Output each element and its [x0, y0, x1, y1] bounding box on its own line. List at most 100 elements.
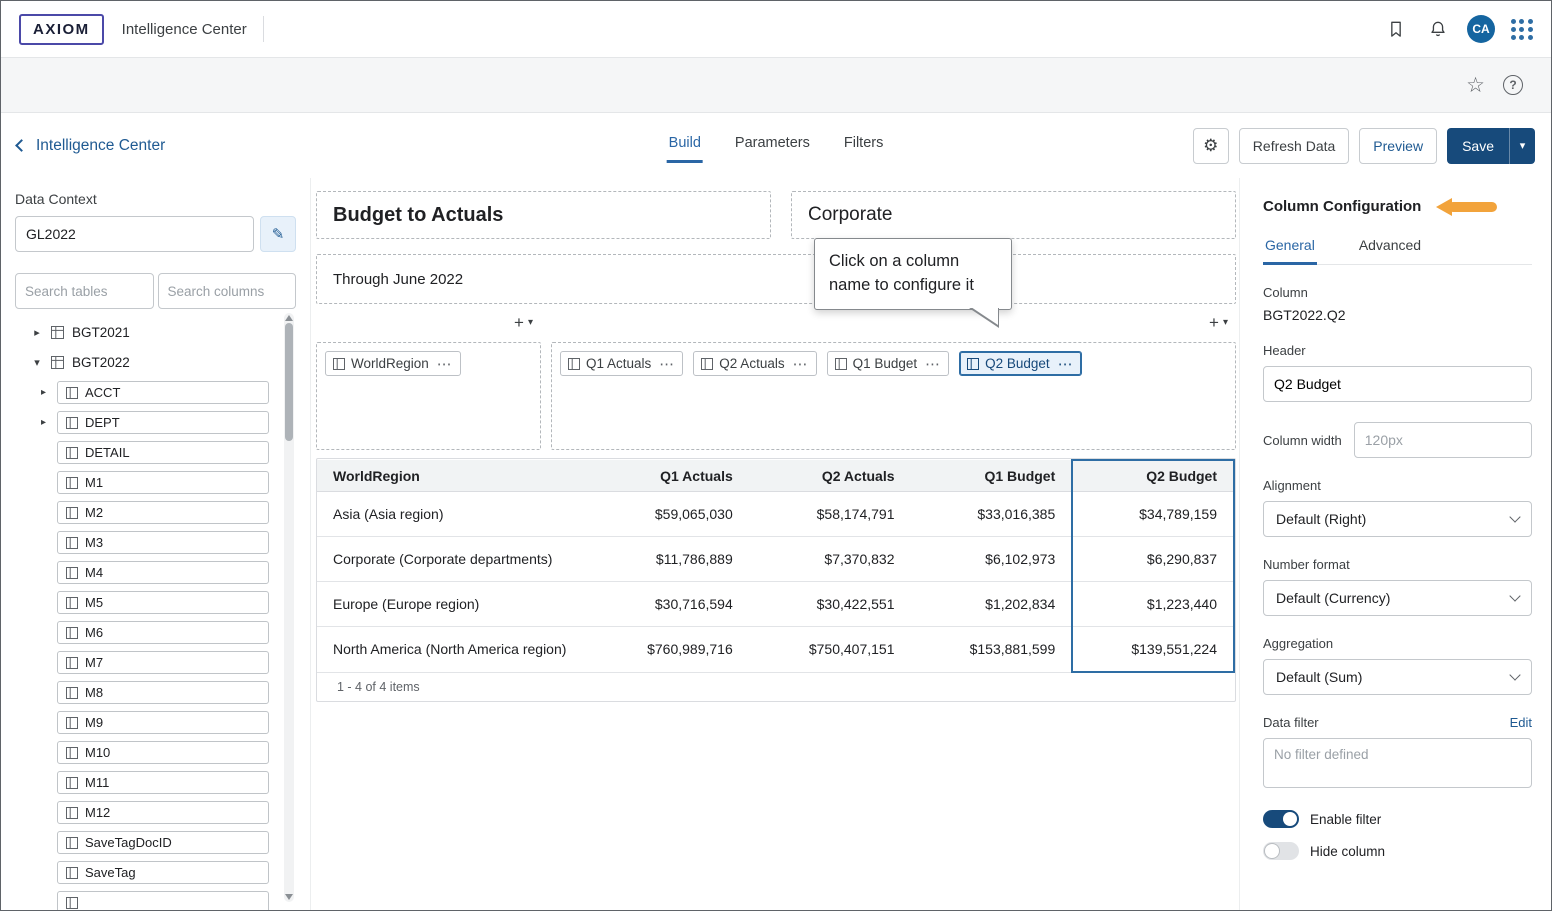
number-format-select[interactable]: Default (Currency) [1263, 580, 1532, 616]
table-header-q1-budget[interactable]: Q1 Budget [911, 460, 1073, 492]
enable-filter-label: Enable filter [1310, 812, 1381, 827]
column-item-m11[interactable]: M11 [57, 771, 269, 794]
chip-menu-button[interactable]: ⋯ [925, 355, 941, 373]
column-config-panel: Column Configuration GeneralAdvanced Col… [1239, 178, 1551, 910]
column-chip-q2-budget[interactable]: Q2 Budget⋯ [959, 351, 1082, 376]
search-tables-input[interactable] [15, 273, 154, 309]
table-header-q1-actuals[interactable]: Q1 Actuals [587, 460, 749, 492]
column-item-label: M8 [85, 685, 103, 700]
add-dimension-control[interactable]: + ▾ [514, 314, 533, 331]
column-item-m5[interactable]: M5 [57, 591, 269, 614]
column-chip-q2-actuals[interactable]: Q2 Actuals⋯ [693, 351, 816, 376]
column-item-savetagdocid[interactable]: SaveTagDocID [57, 831, 269, 854]
value-cell: $750,407,151 [749, 627, 911, 673]
column-item-label: SaveTag [85, 865, 136, 880]
alignment-select[interactable]: Default (Right) [1263, 501, 1532, 537]
add-measure-control[interactable]: + ▾ [1209, 314, 1228, 331]
data-context-input[interactable] [15, 216, 254, 252]
column-icon [66, 537, 78, 549]
data-context-sidebar: Data Context ✎ ▸BGT2021▾BGT2022 ▸ACCT▸DE… [1, 178, 311, 910]
report-title-block[interactable]: Budget to Actuals [316, 191, 771, 239]
hide-column-toggle[interactable] [1263, 842, 1299, 860]
edit-data-context-button[interactable]: ✎ [260, 216, 296, 252]
column-item-m1[interactable]: M1 [57, 471, 269, 494]
favorite-star-icon[interactable]: ☆ [1466, 75, 1485, 96]
column-item-m4[interactable]: M4 [57, 561, 269, 584]
tab-filters[interactable]: Filters [842, 131, 885, 163]
column-item-m8[interactable]: M8 [57, 681, 269, 704]
column-icon [66, 567, 78, 579]
back-chevron-icon [15, 139, 28, 152]
column-item-m10[interactable]: M10 [57, 741, 269, 764]
chevron-right-icon[interactable]: ▸ [41, 387, 57, 398]
tab-build[interactable]: Build [667, 131, 703, 163]
column-item-label: M3 [85, 535, 103, 550]
column-icon [967, 358, 979, 370]
scroll-up-icon[interactable] [285, 315, 293, 321]
notifications-bell-icon[interactable] [1425, 16, 1451, 42]
scroll-down-icon[interactable] [285, 894, 293, 900]
axiom-logo[interactable]: AXIOM [19, 14, 104, 45]
data-filter-placeholder: No filter defined [1274, 747, 1369, 762]
column-item-m9[interactable]: M9 [57, 711, 269, 734]
aggregation-select[interactable]: Default (Sum) [1263, 659, 1532, 695]
column-item-savetag[interactable]: SaveTag [57, 861, 269, 884]
edit-filter-link[interactable]: Edit [1510, 715, 1532, 730]
table-header-q2-budget[interactable]: Q2 Budget [1072, 460, 1234, 492]
column-item-m2[interactable]: M2 [57, 501, 269, 524]
scrollbar-thumb[interactable] [285, 323, 293, 441]
save-dropdown-button[interactable]: ▾ [1509, 128, 1535, 164]
apps-menu-icon[interactable] [1511, 18, 1533, 40]
refresh-data-button[interactable]: Refresh Data [1239, 128, 1349, 164]
chip-menu-button[interactable]: ⋯ [1058, 355, 1074, 373]
search-columns-input[interactable] [158, 273, 297, 309]
column-item-m12[interactable]: M12 [57, 801, 269, 824]
bookmark-icon[interactable] [1383, 16, 1409, 42]
user-avatar[interactable]: CA [1467, 15, 1495, 43]
column-item-m3[interactable]: M3 [57, 531, 269, 554]
column-row-m5: M5 [15, 591, 296, 614]
column-item-m6[interactable]: M6 [57, 621, 269, 644]
help-icon[interactable]: ? [1503, 75, 1523, 95]
column-item-detail[interactable]: DETAIL [57, 441, 269, 464]
dimension-zone[interactable]: WorldRegion ⋯ [316, 342, 541, 450]
chip-menu-button[interactable]: ⋯ [437, 355, 453, 373]
report-entity-block[interactable]: Corporate [791, 191, 1236, 239]
column-item-label: M2 [85, 505, 103, 520]
chip-menu-button[interactable]: ⋯ [659, 355, 675, 373]
table-header-q2-actuals[interactable]: Q2 Actuals [749, 460, 911, 492]
preview-button[interactable]: Preview [1359, 128, 1437, 164]
settings-button[interactable]: ⚙ [1193, 128, 1229, 164]
value-cell: $30,422,551 [749, 582, 911, 627]
enable-filter-toggle[interactable] [1263, 810, 1299, 828]
config-tab-general[interactable]: General [1263, 233, 1317, 265]
chevron-right-icon[interactable]: ▸ [41, 417, 57, 428]
report-period-block[interactable]: Through June 2022 [316, 254, 1236, 304]
column-item-m7[interactable]: M7 [57, 651, 269, 674]
tab-parameters[interactable]: Parameters [733, 131, 812, 163]
chip-menu-button[interactable]: ⋯ [793, 355, 809, 373]
data-filter-box[interactable]: No filter defined [1263, 738, 1532, 788]
back-link[interactable]: Intelligence Center [17, 137, 165, 155]
column-chip-q1-actuals[interactable]: Q1 Actuals⋯ [560, 351, 683, 376]
column-icon [66, 417, 78, 429]
column-chip-q1-budget[interactable]: Q1 Budget⋯ [827, 351, 950, 376]
column-item-dept[interactable]: DEPT [57, 411, 269, 434]
config-tab-advanced[interactable]: Advanced [1357, 233, 1423, 264]
save-button[interactable]: Save [1447, 128, 1509, 164]
table-row: Corporate (Corporate departments)$11,786… [317, 537, 1234, 582]
table-header-worldregion[interactable]: WorldRegion [317, 460, 587, 492]
column-item-acct[interactable]: ACCT [57, 381, 269, 404]
header-input[interactable] [1263, 366, 1532, 402]
chip-label: WorldRegion [351, 356, 429, 371]
column-item-item[interactable] [57, 891, 269, 910]
header-block-row: Budget to Actuals Corporate [316, 191, 1236, 239]
table-item-bgt2021[interactable]: ▸BGT2021 [15, 319, 296, 345]
measure-zone[interactable]: Q1 Actuals⋯ Q2 Actuals⋯ Q1 Budget⋯ Q2 Budge… [551, 342, 1236, 450]
number-format-value: Default (Currency) [1276, 590, 1390, 606]
column-icon [66, 867, 78, 879]
sidebar-scrollbar[interactable] [284, 313, 294, 902]
table-item-bgt2022[interactable]: ▾BGT2022 [15, 349, 296, 375]
column-chip-worldregion[interactable]: WorldRegion ⋯ [325, 351, 461, 376]
column-width-input[interactable] [1354, 422, 1532, 458]
